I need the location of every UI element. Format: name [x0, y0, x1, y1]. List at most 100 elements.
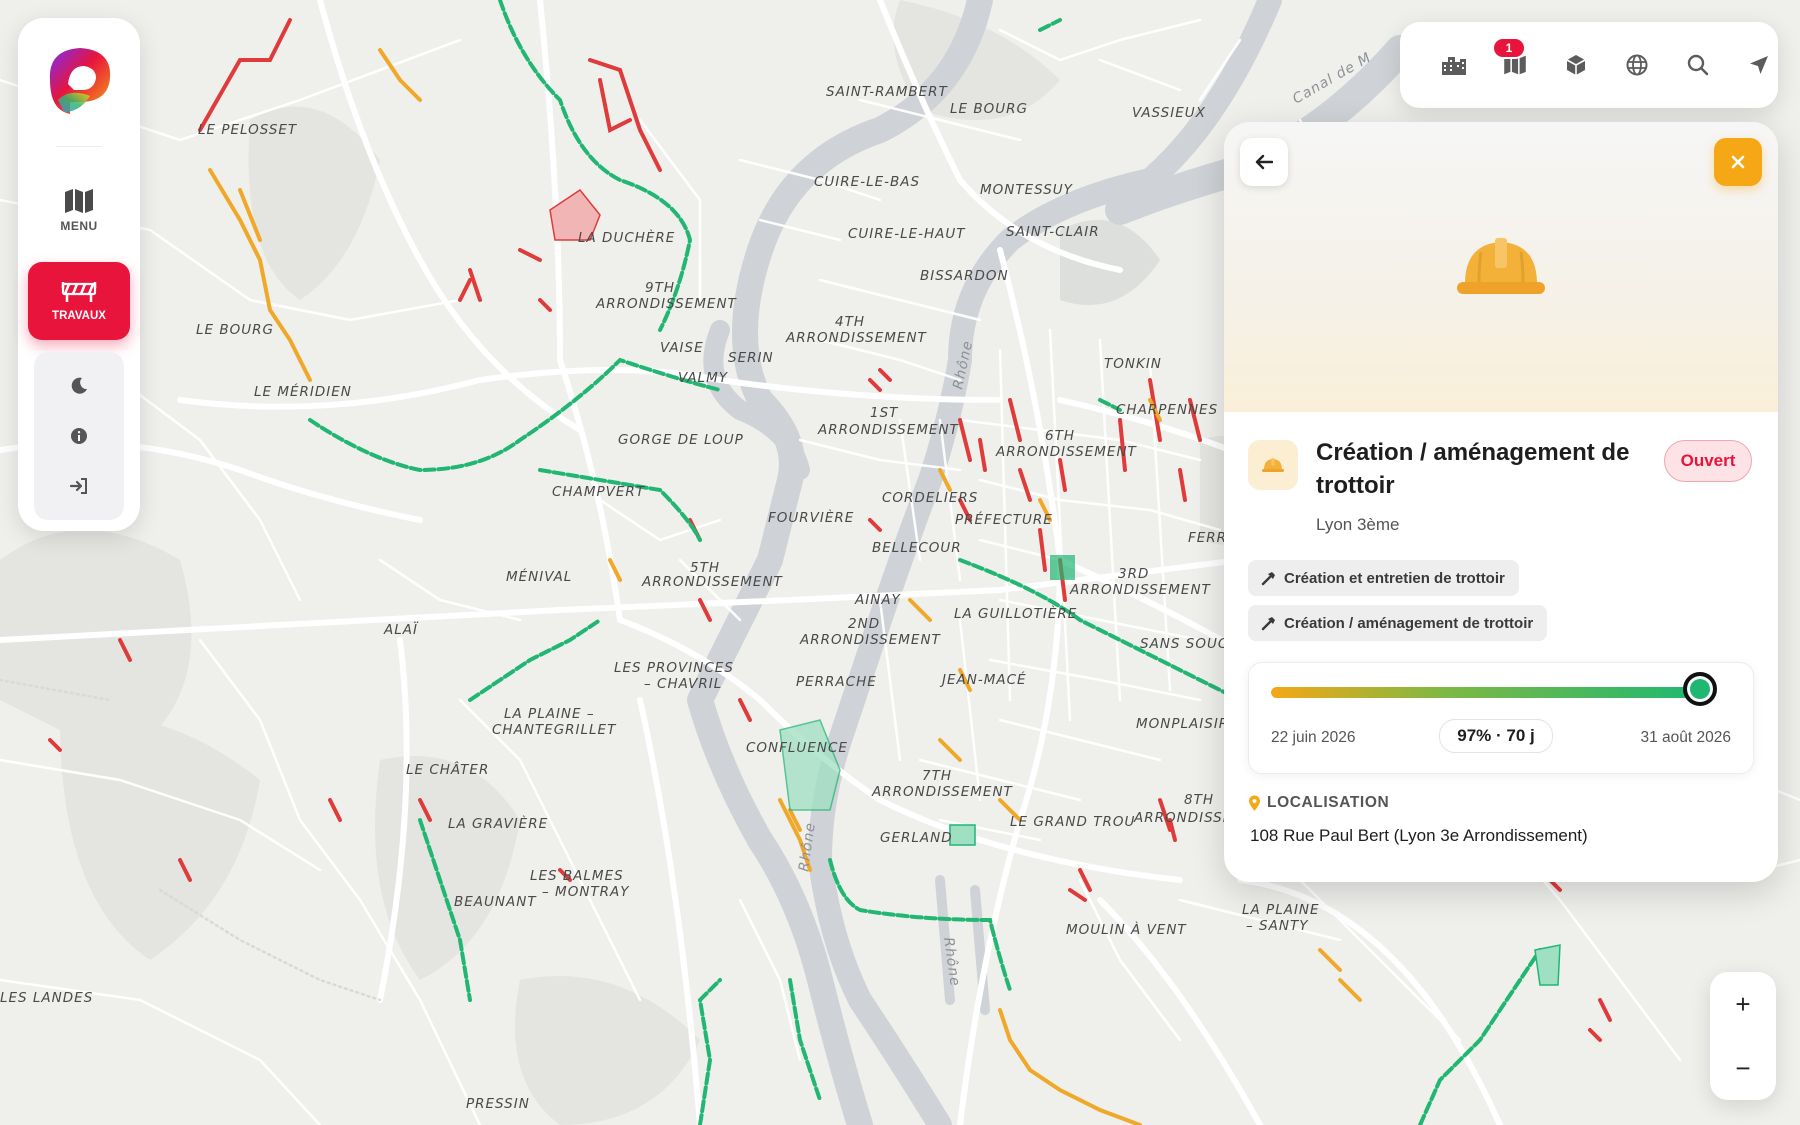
place-label: PRÉFECTURE	[955, 511, 1053, 528]
moon-icon	[71, 377, 87, 394]
left-sidebar: MENU TRAVAUX	[18, 18, 140, 531]
place-label: VAISE	[660, 340, 704, 356]
map-icon	[65, 189, 93, 213]
travaux-button[interactable]: TRAVAUX	[28, 262, 130, 340]
place-label: BISSARDON	[920, 268, 1009, 284]
category-tag-label: Création et entretien de trottoir	[1284, 569, 1505, 587]
place-label: LA GRAVIÈRE	[448, 815, 548, 832]
place-label: CUIRE-LE-BAS	[814, 174, 920, 190]
place-label: 8TH	[1184, 792, 1214, 808]
place-label: JEAN-MACÉ	[939, 671, 1027, 688]
place-label: LES BALMES	[530, 868, 624, 884]
zoom-out-button[interactable]: −	[1710, 1036, 1776, 1100]
info-button[interactable]	[65, 422, 93, 450]
place-label: CORDELIERS	[882, 490, 978, 506]
buildings-button[interactable]	[1436, 47, 1472, 83]
place-label: CUIRE-LE-HAUT	[848, 226, 966, 242]
place-label: 9TH	[645, 280, 675, 296]
zoom-in-button[interactable]: +	[1710, 972, 1776, 1036]
category-tag: Création et entretien de trottoir	[1248, 560, 1519, 596]
progress-label: 97% · 70 j	[1439, 719, 1553, 753]
notification-badge: 1	[1492, 37, 1526, 59]
hammer-icon	[1261, 617, 1275, 631]
arrow-left-icon	[1255, 154, 1273, 170]
place-label: SANS SOUCI	[1140, 636, 1233, 652]
place-label: LE GRAND TROU	[1010, 814, 1135, 830]
place-label: LE CHÂTER	[406, 760, 489, 778]
progress-knob[interactable]	[1682, 672, 1717, 706]
place-label: GERLAND	[880, 830, 953, 846]
locate-arrow-icon	[1750, 56, 1768, 74]
location-heading-label: LOCALISATION	[1267, 794, 1390, 811]
app-logo[interactable]	[40, 40, 118, 118]
menu-button[interactable]: MENU	[18, 188, 140, 258]
buildings-icon	[1442, 57, 1466, 75]
start-date: 22 juin 2026	[1271, 729, 1356, 746]
place-label: LA PLAINE	[1242, 902, 1320, 918]
close-button[interactable]	[1714, 138, 1762, 186]
search-icon	[1687, 54, 1709, 76]
place-label: BELLECOUR	[872, 540, 962, 556]
top-toolbar	[1400, 22, 1778, 108]
place-label: 2ND	[848, 616, 880, 632]
place-label: VASSIEUX	[1132, 105, 1206, 121]
back-button[interactable]	[1240, 138, 1288, 186]
place-label: CHANTEGRILLET	[492, 722, 617, 738]
place-label: ARRONDISSEMENT	[871, 784, 1014, 800]
hard-hat-small-icon	[1262, 458, 1284, 472]
place-label: 3RD	[1118, 566, 1149, 582]
globe-icon	[1626, 54, 1648, 76]
place-label: TONKIN	[1104, 356, 1162, 372]
roadwork-title: Création / aménagement de trottoir	[1316, 439, 1630, 499]
cube-3d-icon	[1566, 55, 1586, 75]
login-icon	[69, 478, 87, 494]
place-label: AINAY	[854, 592, 902, 608]
place-label: SAINT-RAMBERT	[826, 84, 949, 100]
place-label: ALAÏ	[383, 620, 419, 638]
place-label: FOURVIÈRE	[768, 509, 854, 526]
place-label: ARRONDISSEMENT	[595, 296, 738, 312]
progress-track	[1271, 687, 1713, 698]
type-tag-label: Création / aménagement de trottoir	[1284, 614, 1534, 632]
progress-card: 22 juin 2026 97% · 70 j 31 août 2026	[1248, 662, 1754, 774]
place-label: FERR	[1188, 530, 1227, 546]
place-label: MONPLAISIR	[1136, 716, 1229, 732]
dark-mode-toggle[interactable]	[65, 372, 93, 400]
place-label: ARRONDISSEMENT	[641, 574, 784, 590]
place-label: ARRONDISSEMENT	[1069, 582, 1212, 598]
place-label: SERIN	[728, 350, 774, 366]
close-icon	[1731, 155, 1745, 169]
location-pin-icon	[1249, 795, 1260, 811]
place-label: – MONTRAY	[542, 884, 630, 900]
travaux-label: TRAVAUX	[52, 310, 106, 322]
place-label: 6TH	[1045, 428, 1075, 444]
place-label: GORGE DE LOUP	[618, 432, 744, 448]
hard-hat-icon	[1457, 238, 1545, 294]
sidebar-divider	[56, 146, 102, 147]
place-label: PERRACHE	[796, 674, 877, 690]
login-button[interactable]	[65, 472, 93, 500]
place-label: LES LANDES	[0, 990, 93, 1006]
location-heading: LOCALISATION	[1248, 794, 1389, 812]
zoom-control: + −	[1710, 972, 1776, 1100]
globe-button[interactable]	[1619, 47, 1655, 83]
locate-button[interactable]	[1741, 47, 1777, 83]
roadwork-address: 108 Rue Paul Bert (Lyon 3e Arrondissemen…	[1250, 826, 1588, 845]
search-button[interactable]	[1680, 47, 1716, 83]
place-label: 4TH	[835, 314, 865, 330]
type-tag: Création / aménagement de trottoir	[1248, 605, 1548, 641]
place-label: MÉNIVAL	[506, 568, 572, 585]
roadwork-detail-panel: Création / aménagement de trottoir Ouver…	[1224, 122, 1778, 882]
place-label: LE BOURG	[950, 101, 1028, 117]
place-label: LA GUILLOTIÈRE	[954, 605, 1077, 622]
place-label: SAINT-CLAIR	[1006, 224, 1100, 240]
place-label: ARRONDISSEMENT	[799, 632, 942, 648]
place-label: LE BOURG	[196, 322, 274, 338]
place-label: MOULIN À VENT	[1066, 921, 1187, 938]
place-label: BEAUNANT	[454, 894, 537, 910]
3d-view-button[interactable]	[1558, 47, 1594, 83]
place-label: ARRONDISSEMENT	[817, 422, 960, 438]
place-label: 7TH	[922, 768, 952, 784]
place-label: LE MÉRIDIEN	[254, 383, 352, 400]
place-label: 1ST	[870, 405, 899, 421]
